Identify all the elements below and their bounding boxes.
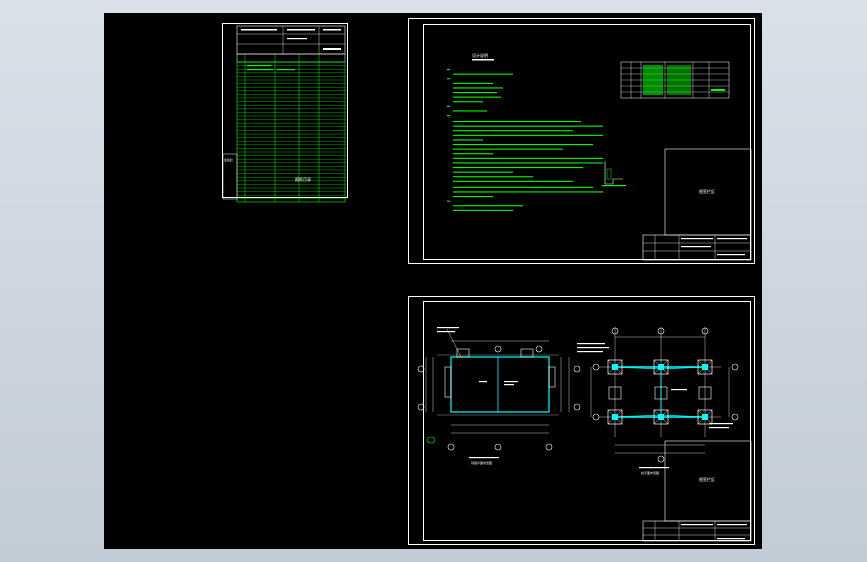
drawing-list-stamp-label: 会签栏 [224, 158, 234, 162]
sheet-drawing-list[interactable]: 会签栏 图纸目录 [222, 23, 348, 203]
foundation-plan-stamp-box: 图签栏区 [699, 477, 715, 482]
foundation-plan-drawing [417, 327, 752, 542]
right-plan [577, 327, 739, 469]
section-mark-icon [426, 436, 436, 444]
drawing-list-watermark: 图纸目录 [295, 177, 311, 182]
drawing-list-table [222, 25, 346, 203]
sheet-foundation-plan[interactable]: 基础平面布置图 柱平面布置图 图签栏区 [408, 296, 755, 545]
general-notes-title: 设计说明 [472, 53, 488, 58]
general-notes-stamp-box: 图签栏区 [699, 189, 715, 194]
sheet-general-notes[interactable]: 设计说明 图签栏区 [408, 18, 755, 264]
cad-model-space[interactable]: 会签栏 图纸目录 设计说明 图签栏区 基础平面布置图 柱平面布置图 图签栏区 [104, 13, 762, 549]
foundation-plan-title-left: 基础平面布置图 [471, 461, 493, 465]
general-notes-drawing [447, 59, 752, 261]
foundation-plan-title-right: 柱平面布置图 [641, 471, 660, 475]
grid-bubble-icon [447, 443, 455, 451]
left-plan [417, 327, 581, 459]
